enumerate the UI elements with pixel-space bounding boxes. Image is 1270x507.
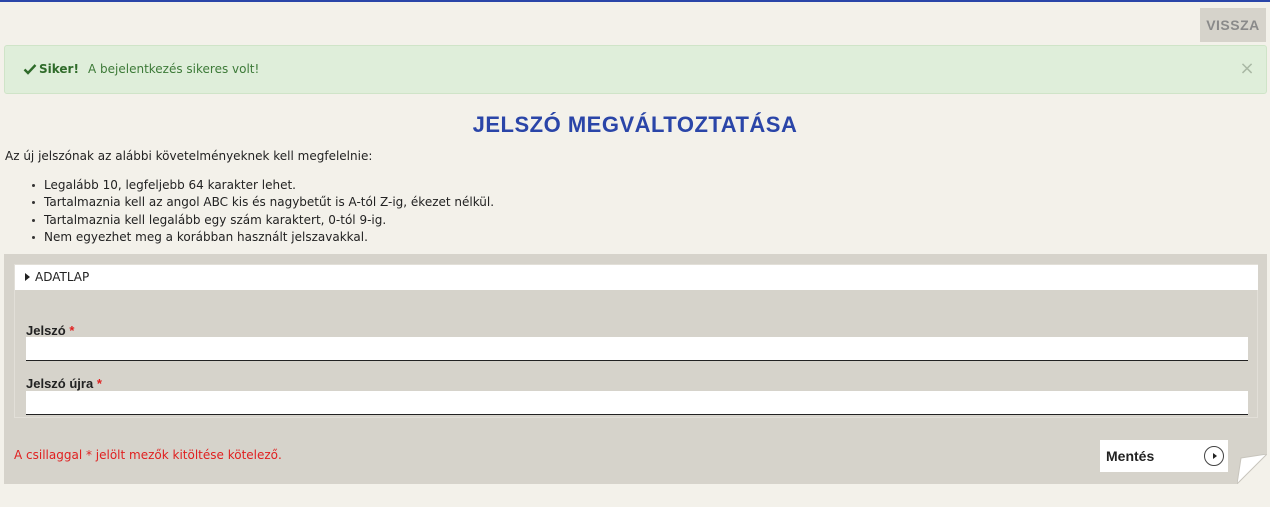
alert-title: Siker! — [39, 62, 79, 76]
password-input[interactable] — [26, 337, 1248, 361]
required-note: A csillaggal * jelölt mezők kitöltése kö… — [14, 448, 282, 462]
section-label: ADATLAP — [35, 270, 90, 284]
requirements-list: Legalább 10, legfeljebb 64 karakter lehe… — [30, 177, 494, 246]
save-button[interactable]: Mentés — [1100, 440, 1228, 472]
password-form: ADATLAP Jelszó * Jelszó újra * A csillag… — [4, 254, 1267, 484]
requirements-intro: Az új jelszónak az alábbi követelményekn… — [5, 149, 373, 163]
list-item: Tartalmaznia kell legalább egy szám kara… — [30, 212, 494, 229]
top-accent-rule — [0, 0, 1270, 2]
success-alert: Siker! A bejelentkezés sikeres volt! × — [4, 45, 1267, 94]
back-button[interactable]: VISSZA — [1200, 8, 1266, 42]
password-confirm-label-text: Jelszó újra — [26, 376, 94, 391]
list-item: Nem egyezhet meg a korábban használt jel… — [30, 229, 494, 246]
password-confirm-input[interactable] — [26, 391, 1248, 415]
close-icon[interactable]: × — [1239, 59, 1255, 79]
form-section: ADATLAP Jelszó * Jelszó újra * — [14, 264, 1258, 418]
required-mark: * — [69, 323, 75, 338]
caret-right-icon — [25, 273, 30, 281]
required-mark: * — [96, 376, 102, 391]
password-label-text: Jelszó — [26, 323, 66, 338]
password-confirm-label: Jelszó újra * — [26, 376, 102, 391]
section-toggle[interactable]: ADATLAP — [15, 265, 1258, 290]
alert-message: A bejelentkezés sikeres volt! — [88, 62, 260, 76]
password-label: Jelszó * — [26, 323, 74, 338]
list-item: Legalább 10, legfeljebb 64 karakter lehe… — [30, 177, 494, 194]
check-icon — [23, 64, 37, 75]
arrow-right-circle-icon — [1204, 446, 1224, 466]
list-item: Tartalmaznia kell az angol ABC kis és na… — [30, 194, 494, 211]
page-curl-corner — [1237, 454, 1267, 484]
page-title: JELSZÓ MEGVÁLTOZTATÁSA — [472, 112, 798, 137]
save-button-label: Mentés — [1106, 448, 1155, 464]
